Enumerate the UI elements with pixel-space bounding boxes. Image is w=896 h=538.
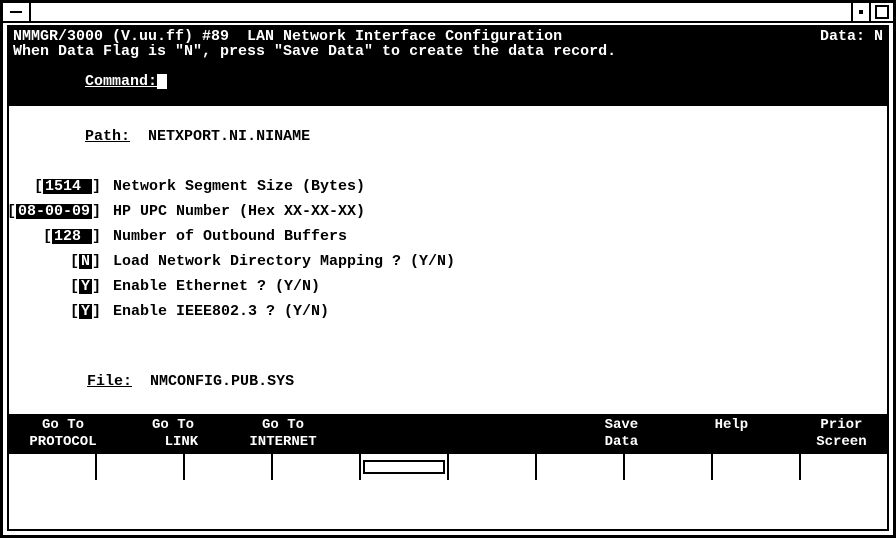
fnkey-help[interactable]: Help (669, 416, 779, 452)
path-value: NETXPORT.NI.NINAME (148, 128, 310, 145)
fnkey2-3 (185, 454, 273, 480)
enable-ieee-input[interactable]: Y (79, 304, 92, 319)
fnkey2-1 (9, 454, 97, 480)
header-subtitle: When Data Flag is "N", press "Save Data"… (13, 44, 883, 59)
outbound-buffers-label: Number of Outbound Buffers (113, 229, 347, 244)
field-row-upc-number: [08-00-09] HP UPC Number (Hex XX-XX-XX) (13, 204, 883, 219)
dir-mapping-input[interactable]: N (79, 254, 92, 269)
fnkey-prior-screen[interactable]: Prior Screen (779, 416, 887, 452)
screen-header: NMMGR/3000 (V.uu.ff) #89 LAN Network Int… (9, 27, 887, 106)
enable-ieee-label: Enable IEEE802.3 ? (Y/N) (113, 304, 329, 319)
field-row-segment-size: [1514 ] Network Segment Size (Bytes) (13, 179, 883, 194)
function-key-row: Go To PROTOCOL Go To LINK Go To INTERNET… (9, 414, 887, 452)
window-menu-icon[interactable] (3, 3, 31, 21)
titlebar (3, 3, 893, 23)
segment-size-input[interactable]: 1514 (43, 179, 92, 194)
upc-number-input[interactable]: 08-00-09 (16, 204, 92, 219)
fnkey2-6 (449, 454, 537, 480)
fnkey2-4 (273, 454, 361, 480)
fnkey-protocol[interactable]: Go To PROTOCOL (9, 416, 119, 452)
function-key-row-2 (9, 452, 887, 480)
path-label: Path: (85, 128, 130, 145)
field-row-enable-ethernet: [Y] Enable Ethernet ? (Y/N) (13, 279, 883, 294)
command-input[interactable] (157, 74, 167, 89)
fnkey2-9 (713, 454, 801, 480)
maximize-icon[interactable] (869, 3, 893, 21)
segment-size-label: Network Segment Size (Bytes) (113, 179, 365, 194)
command-label: Command: (85, 73, 157, 90)
enable-ethernet-label: Enable Ethernet ? (Y/N) (113, 279, 320, 294)
field-row-enable-ieee: [Y] Enable IEEE802.3 ? (Y/N) (13, 304, 883, 319)
fnkey-internet[interactable]: Go To INTERNET (229, 416, 339, 452)
fnkey-f5[interactable] (449, 416, 559, 452)
terminal-content: NMMGR/3000 (V.uu.ff) #89 LAN Network Int… (7, 25, 889, 531)
header-title: NMMGR/3000 (V.uu.ff) #89 LAN Network Int… (13, 29, 562, 44)
outbound-buffers-input[interactable]: 128 (52, 229, 92, 244)
fnkey-link[interactable]: Go To LINK (119, 416, 229, 452)
enable-ethernet-input[interactable]: Y (79, 279, 92, 294)
titlebar-spacer (31, 3, 851, 21)
fnkey2-5 (361, 454, 449, 480)
minimize-icon[interactable] (851, 3, 869, 21)
data-flag: Data: N (820, 29, 883, 44)
dir-mapping-label: Load Network Directory Mapping ? (Y/N) (113, 254, 455, 269)
fnkey-f4[interactable] (339, 416, 449, 452)
field-row-outbound-buffers: [128 ] Number of Outbound Buffers (13, 229, 883, 244)
fnkey2-2 (97, 454, 185, 480)
window-frame: NMMGR/3000 (V.uu.ff) #89 LAN Network Int… (0, 0, 896, 538)
fnkey2-10 (801, 454, 887, 480)
file-value: NMCONFIG.PUB.SYS (150, 373, 294, 390)
file-label: File: (87, 373, 132, 390)
fnkey2-7 (537, 454, 625, 480)
fnkey2-8 (625, 454, 713, 480)
fnkey-save-data[interactable]: Save Data (559, 416, 669, 452)
field-row-dir-mapping: [N] Load Network Directory Mapping ? (Y/… (13, 254, 883, 269)
upc-number-label: HP UPC Number (Hex XX-XX-XX) (113, 204, 365, 219)
